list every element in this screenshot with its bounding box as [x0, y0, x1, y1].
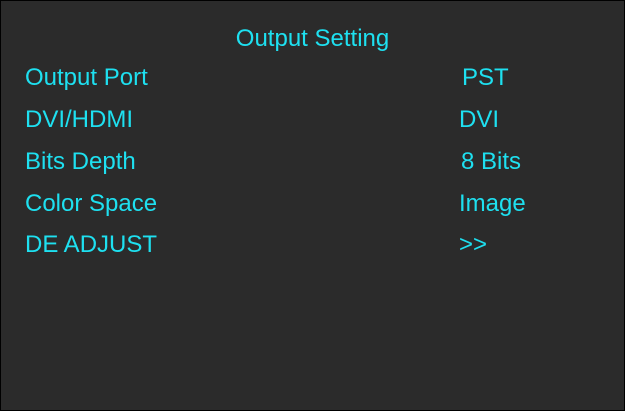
menu-item-value: PST — [462, 64, 509, 91]
menu-item-value: DVI — [459, 106, 500, 133]
menu-item-label: DE ADJUST — [25, 231, 158, 258]
menu-item-bits-depth[interactable]: Bits Depth 8 Bits — [1, 144, 624, 184]
menu-item-value: 8 Bits — [461, 148, 522, 175]
osd-menu-screen: Output Setting Output Port PST DVI/HDMI … — [0, 0, 625, 411]
menu-item-label: Color Space — [25, 190, 158, 217]
menu-item-output-port[interactable]: Output Port PST — [1, 60, 624, 100]
menu-title: Output Setting — [235, 25, 390, 52]
menu-item-label: Output Port — [25, 64, 148, 91]
menu-item-color-space[interactable]: Color Space Image — [1, 186, 624, 226]
menu-item-dvi-hdmi[interactable]: DVI/HDMI DVI — [1, 102, 624, 142]
menu-item-label: Bits Depth — [25, 148, 136, 175]
menu-item-value: Image — [459, 190, 526, 217]
menu-item-label: DVI/HDMI — [25, 106, 133, 133]
submenu-arrow: >> — [459, 231, 488, 258]
menu-item-de-adjust[interactable]: DE ADJUST >> — [1, 227, 624, 267]
